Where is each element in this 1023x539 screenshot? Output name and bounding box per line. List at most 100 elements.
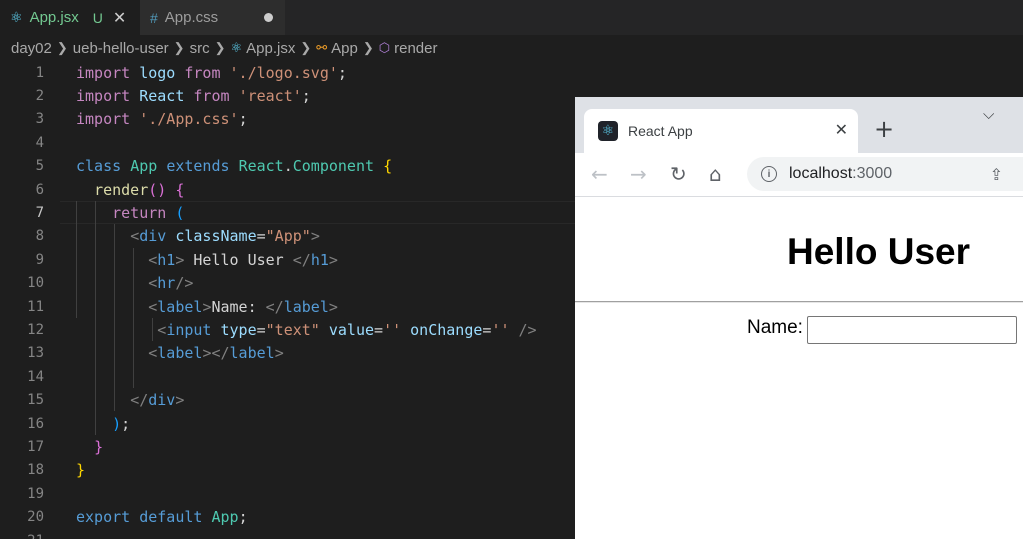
code-line[interactable]: 3 import './App.css';: [0, 108, 575, 131]
code-line[interactable]: 5 class App extends React.Component {: [0, 155, 575, 178]
breadcrumb-item[interactable]: day02: [11, 40, 52, 57]
code-text: }: [94, 438, 104, 457]
line-number: 16: [27, 415, 44, 432]
name-label: Name:: [747, 317, 803, 338]
tab-app-jsx[interactable]: ⚛ App.jsx U ✕: [0, 0, 140, 35]
browser-tab[interactable]: ⚛ React App ✕: [584, 109, 858, 153]
code-text: import logo from './logo.svg';: [76, 63, 347, 82]
react-icon: ⚛: [10, 9, 23, 25]
code-editor[interactable]: 1 import logo from './logo.svg'; 2 import R…: [0, 61, 575, 539]
unsaved-dot-icon[interactable]: [264, 13, 273, 22]
url-text[interactable]: localhost:3000: [789, 165, 892, 183]
code-line[interactable]: 6 render() {: [0, 178, 575, 201]
code-text: );: [112, 414, 131, 433]
code-line[interactable]: 14: [0, 365, 575, 388]
line-number: 8: [35, 228, 44, 245]
line-number: 14: [27, 368, 44, 385]
code-line[interactable]: 4: [0, 131, 575, 154]
line-number: 7: [35, 205, 44, 222]
line-number: 5: [35, 158, 44, 175]
code-line[interactable]: 1 import logo from './logo.svg';: [0, 61, 575, 84]
horizontal-rule: [575, 301, 1023, 303]
line-number: 21: [0, 533, 44, 539]
chevron-right-icon: ❯: [56, 40, 68, 55]
line-number: 2: [35, 88, 44, 105]
line-number: 1: [35, 64, 44, 81]
line-number: 15: [27, 392, 44, 409]
react-favicon-icon: ⚛: [598, 121, 618, 141]
code-line[interactable]: 15 </div>: [0, 389, 575, 412]
breadcrumb-item[interactable]: ueb-hello-user: [73, 40, 169, 57]
line-number: 6: [35, 181, 44, 198]
code-line[interactable]: 8 <div className="App">: [0, 225, 575, 248]
info-icon[interactable]: i: [761, 166, 777, 182]
home-icon[interactable]: ⌂: [709, 161, 722, 187]
method-icon: ⬡: [378, 40, 391, 55]
breadcrumb-item[interactable]: App.jsx: [246, 40, 295, 57]
chevron-right-icon: ❯: [362, 40, 374, 55]
forward-arrow-icon[interactable]: →: [630, 161, 647, 187]
close-tab-icon[interactable]: ✕: [835, 120, 848, 139]
code-text: class App extends React.Component {: [76, 157, 393, 176]
browser-toolbar: ← → ↻ ⌂ i localhost:3000 ⇪: [575, 153, 1023, 197]
line-number: 11: [27, 298, 44, 315]
untracked-badge: U: [92, 9, 103, 26]
code-line[interactable]: 11 <label>Name: </label>: [0, 295, 575, 318]
react-icon: ⚛: [230, 40, 243, 55]
page-heading: Hello User: [787, 231, 971, 272]
tab-label: App.css: [164, 9, 219, 26]
code-line[interactable]: 18}: [0, 459, 575, 482]
code-text: <h1> Hello User </h1>: [148, 250, 338, 269]
share-icon[interactable]: ⇪: [990, 165, 1003, 184]
line-number: 20: [27, 509, 44, 526]
breadcrumb-item[interactable]: render: [394, 40, 437, 57]
code-text: <div className="App">: [130, 227, 320, 246]
code-text: <input type="text" value='' onChange='' …: [157, 321, 537, 340]
breadcrumb: day02 ❯ ueb-hello-user ❯ src ❯ ⚛ App.jsx…: [0, 35, 1023, 61]
address-bar[interactable]: i localhost:3000 ⇪: [747, 157, 1023, 191]
code-line[interactable]: 19: [0, 482, 575, 505]
code-text: import React from 'react';: [76, 87, 311, 106]
line-number: 17: [27, 439, 44, 456]
browser-tab-title: React App: [628, 123, 693, 139]
code-line[interactable]: 21: [0, 529, 575, 539]
line-number: 12: [27, 322, 44, 339]
line-number: 18: [27, 462, 44, 479]
chevron-down-icon[interactable]: ⌵: [983, 105, 994, 123]
code-text: render() {: [94, 180, 185, 199]
code-line[interactable]: 9 <h1> Hello User </h1>: [0, 248, 575, 271]
line-number: 4: [35, 134, 44, 151]
close-icon[interactable]: ✕: [113, 8, 126, 28]
line-number: 3: [35, 111, 44, 128]
new-tab-button[interactable]: +: [874, 115, 894, 143]
reload-icon[interactable]: ↻: [670, 161, 687, 187]
code-line[interactable]: 12 <input type="text" value='' onChange=…: [0, 318, 575, 341]
browser-tab-strip: ⚛ React App ✕ + ⌵: [575, 97, 1023, 153]
breadcrumb-item[interactable]: App: [331, 40, 358, 57]
tab-label: App.jsx: [29, 9, 79, 26]
tab-app-css[interactable]: # App.css: [140, 0, 285, 35]
code-text: <label>Name: </label>: [148, 297, 338, 316]
code-line[interactable]: 2 import React from 'react';: [0, 84, 575, 107]
line-number: 9: [35, 251, 44, 268]
class-icon: ⚯: [316, 40, 328, 55]
code-text: export default App;: [76, 508, 248, 527]
code-text: }: [76, 461, 86, 480]
code-line[interactable]: 17 }: [0, 435, 575, 458]
line-number: 19: [27, 485, 44, 502]
code-text: <label></label>: [148, 344, 284, 363]
back-arrow-icon[interactable]: ←: [591, 161, 608, 187]
web-page: Hello User Name:: [575, 197, 1023, 539]
code-line[interactable]: 16 );: [0, 412, 575, 435]
code-line[interactable]: 7 return (: [0, 201, 575, 224]
chevron-right-icon: ❯: [214, 40, 226, 55]
breadcrumb-item[interactable]: src: [190, 40, 210, 57]
chevron-right-icon: ❯: [300, 40, 312, 55]
browser-window: ⚛ React App ✕ + ⌵ ← → ↻ ⌂ i localhost:30…: [575, 97, 1023, 539]
name-input[interactable]: [807, 316, 1017, 344]
code-line[interactable]: 13 <label></label>: [0, 342, 575, 365]
code-line[interactable]: 10 <hr/>: [0, 272, 575, 295]
editor-tab-bar: ⚛ App.jsx U ✕ # App.css: [0, 0, 1023, 35]
code-text: import './App.css';: [76, 110, 248, 129]
code-line[interactable]: 20 export default App;: [0, 506, 575, 529]
